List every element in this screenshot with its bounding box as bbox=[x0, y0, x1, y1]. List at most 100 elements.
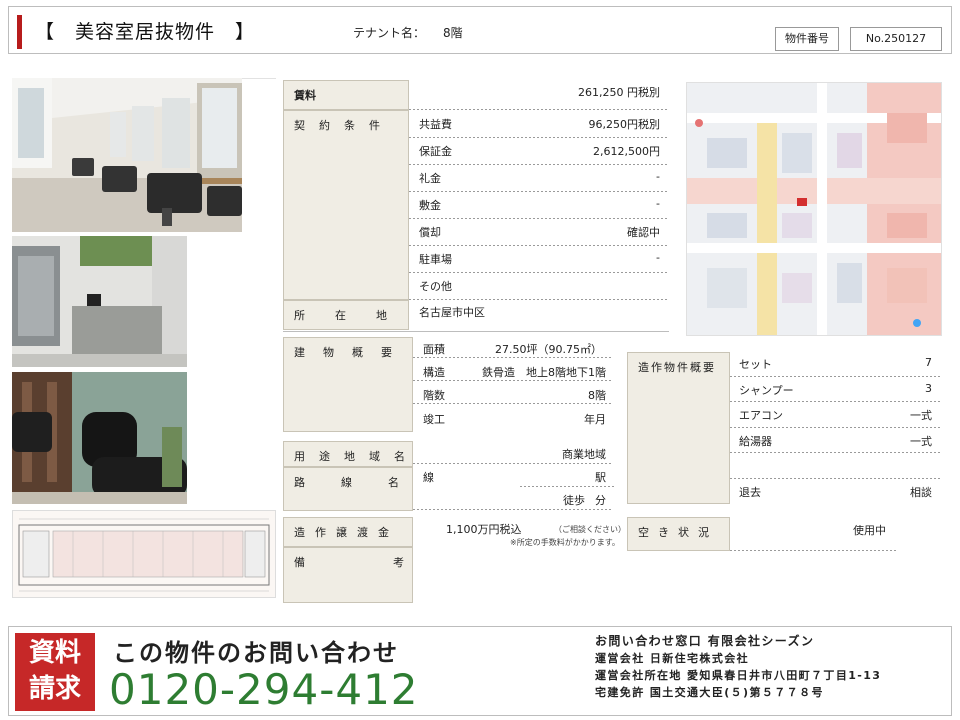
row-divider bbox=[409, 191, 669, 192]
station-key: 駅 bbox=[595, 471, 606, 484]
contract-item-value: 96,250円税別 bbox=[588, 118, 661, 131]
company-info: お問い合わせ窓口 有限会社シーズン 運営会社 日新住宅株式会社 運営会社所在地 … bbox=[595, 633, 945, 701]
fixture-item-key: エアコン bbox=[739, 409, 783, 422]
property-no-value: No.250127 bbox=[850, 27, 942, 51]
location-value: 名古屋市中区 bbox=[419, 306, 485, 319]
row-divider bbox=[413, 380, 613, 381]
footer-contact: 資料 請求 この物件のお問い合わせ 0120-294-412 お問い合わせ窓口 … bbox=[8, 626, 952, 716]
operating-company: 運営会社 日新住宅株式会社 bbox=[595, 652, 750, 665]
contract-item-value: 2,612,500円 bbox=[593, 145, 660, 158]
row-divider bbox=[409, 299, 669, 300]
rent-label: 賃料 bbox=[294, 89, 316, 102]
contract-item-key: 敷金 bbox=[419, 199, 441, 212]
fixtures-label: 造作物件概要 bbox=[638, 361, 716, 374]
contract-item-value: - bbox=[656, 197, 660, 210]
row-divider bbox=[730, 401, 940, 402]
transfer-consult: （ご相談ください） bbox=[554, 525, 626, 534]
contract-item-key: 償却 bbox=[419, 226, 441, 239]
row-divider bbox=[520, 486, 614, 487]
reception-photo bbox=[12, 236, 187, 367]
remarks-label-cell: 備考 bbox=[283, 547, 413, 603]
company-address: 運営会社所在地 愛知県春日井市八田町７丁目1-13 bbox=[595, 669, 882, 682]
building-label: 建物概要 bbox=[294, 346, 410, 359]
row-divider bbox=[730, 550, 896, 551]
row-divider bbox=[409, 218, 669, 219]
contract-item-key: 共益費 bbox=[419, 118, 452, 131]
row-divider bbox=[409, 137, 669, 138]
location-label-cell: 所在地 bbox=[283, 300, 409, 330]
row-divider bbox=[283, 331, 669, 332]
contract-item-key: 保証金 bbox=[419, 145, 452, 158]
badge-line2: 請求 bbox=[28, 674, 81, 704]
vacancy-label-cell: 空き状況 bbox=[627, 517, 730, 551]
row-divider bbox=[409, 245, 669, 246]
tenant-label: テナント名： bbox=[353, 26, 426, 40]
structure-value: 鉄骨造 地上8階地下1階 bbox=[482, 366, 606, 379]
row-divider bbox=[730, 427, 940, 428]
phone-number[interactable]: 0120-294-412 bbox=[109, 665, 419, 714]
transfer-value: 1,100万円税込 bbox=[446, 523, 522, 536]
contract-item-value: - bbox=[656, 170, 660, 183]
row-divider bbox=[730, 376, 940, 377]
page-title: 【 美容室居抜物件 】 bbox=[35, 21, 256, 43]
header: 【 美容室居抜物件 】 テナント名： 8階 物件番号 No.250127 bbox=[8, 6, 952, 54]
floor-plan bbox=[12, 510, 276, 598]
row-divider bbox=[413, 403, 613, 404]
row-divider bbox=[413, 357, 613, 358]
rent-value: 261,250 円税別 bbox=[578, 86, 660, 99]
floor-value: 8階 bbox=[588, 389, 606, 402]
vacancy-value: 使用中 bbox=[853, 524, 886, 537]
header-accent-bar bbox=[17, 15, 22, 49]
badge-line1: 資料 bbox=[28, 638, 81, 668]
shampoo-chair-photo bbox=[12, 372, 187, 504]
contract-item-key: 礼金 bbox=[419, 172, 441, 185]
vacancy-label: 空き状況 bbox=[638, 526, 718, 539]
transfer-label: 造作譲渡金 bbox=[294, 526, 399, 539]
salon-interior-photo bbox=[12, 78, 242, 232]
contract-label: 契約条件 bbox=[294, 119, 394, 132]
zoning-label: 用途地域名 bbox=[294, 450, 419, 463]
zoning-label-cell: 用途地域名 bbox=[283, 441, 413, 467]
tenant-value: 8階 bbox=[443, 26, 463, 40]
row-divider bbox=[409, 109, 669, 110]
row-divider bbox=[413, 463, 613, 464]
rent-label-cell: 賃料 bbox=[283, 80, 409, 110]
contract-label-cell: 契約条件 bbox=[283, 110, 409, 300]
area-value: 27.50坪（90.75㎡） bbox=[495, 343, 602, 356]
fixture-item-key: セット bbox=[739, 358, 772, 371]
contract-item-key: 駐車場 bbox=[419, 253, 452, 266]
line-key: 線 bbox=[423, 471, 434, 484]
location-label: 所在地 bbox=[294, 309, 417, 322]
row-divider bbox=[409, 164, 669, 165]
fixture-item-value: 3 bbox=[925, 382, 932, 395]
fixture-item-value: 一式 bbox=[910, 435, 932, 448]
license-number: 宅建免許 国土交通大臣(５)第５７７８号 bbox=[595, 686, 824, 699]
zoning-value: 商業地域 bbox=[562, 448, 606, 461]
transfer-label-cell: 造作譲渡金 bbox=[283, 517, 413, 547]
route-label: 路線名 bbox=[294, 476, 435, 489]
contract-item-value: 確認中 bbox=[627, 226, 660, 239]
property-no-label: 物件番号 bbox=[775, 27, 839, 51]
fixture-item-value: 7 bbox=[925, 356, 932, 369]
row-divider bbox=[730, 452, 940, 453]
request-materials-badge[interactable]: 資料 請求 bbox=[15, 633, 95, 711]
contract-item-value: - bbox=[656, 251, 660, 264]
fixture-item-key: 退去 bbox=[739, 486, 761, 499]
fixture-item-value: 相談 bbox=[910, 486, 932, 499]
route-label-cell: 路線名 bbox=[283, 467, 413, 511]
fixture-item-key: シャンプー bbox=[739, 384, 794, 397]
row-divider bbox=[413, 509, 613, 510]
walk-key: 徒歩 bbox=[563, 494, 585, 507]
transfer-note: ※所定の手数料がかかります。 bbox=[510, 538, 620, 547]
built-value: 年月 bbox=[584, 413, 606, 426]
contract-item-key: その他 bbox=[419, 280, 452, 293]
fixture-item-key: 給湯器 bbox=[739, 435, 772, 448]
tenant-name: テナント名： 8階 bbox=[353, 24, 481, 41]
remarks-label: 備考 bbox=[294, 556, 492, 569]
inquiry-heading: この物件のお問い合わせ bbox=[113, 639, 399, 667]
fixtures-label-cell: 造作物件概要 bbox=[627, 352, 730, 504]
fixture-item-value: 一式 bbox=[910, 409, 932, 422]
building-label-cell: 建物概要 bbox=[283, 337, 413, 432]
location-map bbox=[686, 82, 942, 336]
contact-window: お問い合わせ窓口 有限会社シーズン bbox=[595, 634, 815, 648]
